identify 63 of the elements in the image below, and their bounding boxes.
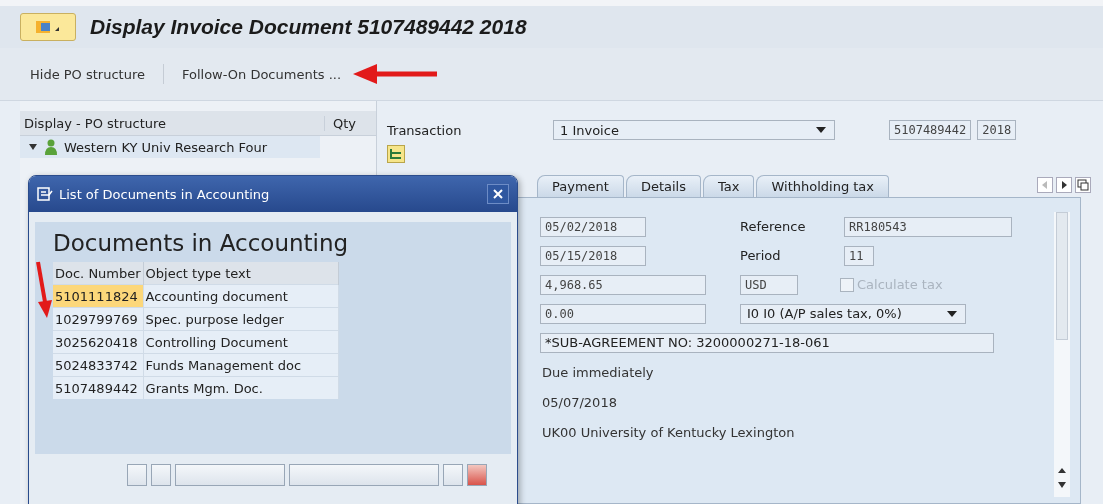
table-cell: Funds Management doc [143,353,339,377]
input-field[interactable]: 0.00 [540,303,706,324]
dialog-title: List of Documents in Accounting [59,186,271,202]
list-icon [37,187,53,201]
toolbar-button[interactable]: Follow-On Documents ... [171,62,352,86]
input-field[interactable]: 05/15/2018 [540,245,646,266]
document-number-cell[interactable]: 5024833742 [53,353,144,377]
scrollbar[interactable] [1054,212,1070,497]
document-number-field: 5107489442 [889,120,972,140]
person-icon [44,139,58,155]
field-value: UK00 University of Kentucky Lexington [541,424,795,440]
dialog-heading: Documents in Accounting [53,230,350,258]
tree-toggle-icon[interactable] [387,145,405,163]
toolbar-button[interactable] [127,464,147,486]
document-number-cell[interactable]: 5107489442 [53,376,144,399]
input-field[interactable]: USD [740,274,798,295]
column-header: Object type text [143,262,339,285]
arrow-annotation [36,260,52,320]
scroll-right-icon[interactable] [1056,177,1072,193]
tab-list-icon[interactable] [1075,177,1091,193]
document-number-cell[interactable]: 5101111824 [53,284,144,308]
tab[interactable]: Tax [703,175,755,197]
input-field[interactable]: 05/02/2018 [540,216,646,237]
window-title: Display Invoice Document 5107489442 2018 [90,15,527,39]
tax-code-dropdown[interactable]: I0 I0 (A/P sales tax, 0%) [740,303,966,324]
close-button[interactable] [487,184,509,204]
menu-icon [35,18,61,36]
field-label: Period [740,248,782,263]
menu-button[interactable] [20,13,76,41]
toolbar-button[interactable] [443,464,463,486]
toolbar-button[interactable]: Hide PO structure [20,62,155,86]
expand-icon[interactable] [28,142,38,152]
year-field: 2018 [977,120,1017,140]
field-label: Transaction [387,122,463,138]
document-number-cell[interactable]: 3025620418 [53,330,144,354]
tab[interactable]: Details [625,175,701,197]
toolbar-button[interactable] [151,464,171,486]
input-field[interactable]: 4,968.65 [540,274,706,295]
tab[interactable]: Withholding tax [756,175,890,197]
table-cell: Controlling Document [143,330,339,354]
document-number-cell[interactable]: 1029799769 [53,307,144,331]
toolbar-button[interactable] [289,464,439,486]
toolbar-button[interactable] [175,464,285,486]
column-header: Display - PO structure [23,115,168,131]
field-value: 05/07/2018 [541,394,617,410]
column-header: Doc. Number [53,262,144,285]
tab[interactable]: Payment [537,175,624,197]
field-label: Reference [740,219,807,234]
table-cell: Spec. purpose ledger [143,307,339,331]
close-icon [493,189,503,199]
input-field[interactable]: RR180543 [844,216,1012,237]
tree-item[interactable]: Western KY Univ Research Four [20,136,320,158]
transaction-dropdown[interactable]: 1 Invoice [553,120,835,140]
caret-icon [947,310,957,317]
cancel-button[interactable] [467,464,487,486]
column-header: Qty [324,115,376,131]
input-field[interactable]: 11 [844,245,874,266]
field-value: Due immediately [541,364,654,380]
caret-icon [816,127,826,133]
scroll-arrows-icon[interactable] [1057,467,1067,489]
input-field[interactable]: *SUB-AGREEMENT NO: 3200000271-18-061 [540,332,994,353]
table-cell: Accounting document [143,284,339,308]
table-cell: Grants Mgm. Doc. [143,376,339,399]
